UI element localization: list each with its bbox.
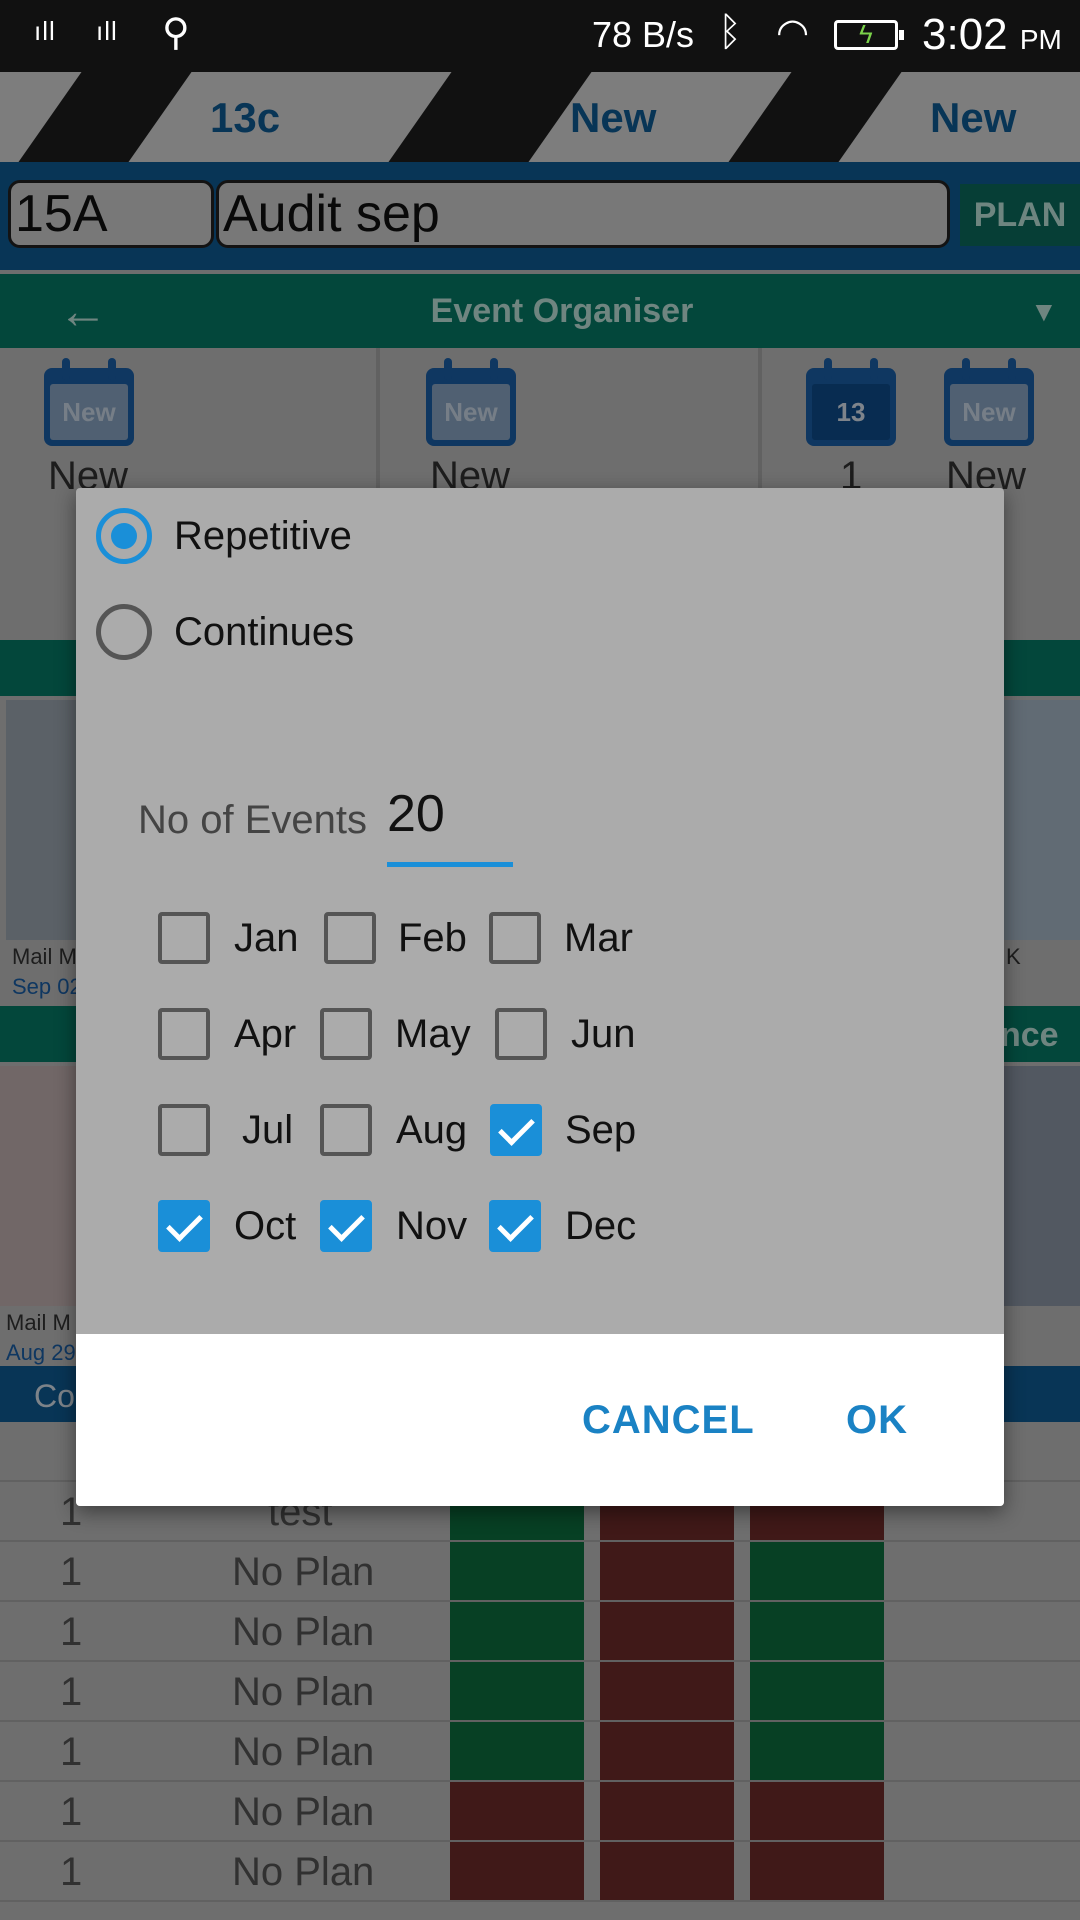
- continues-radio[interactable]: [96, 604, 152, 660]
- month-label-nov: Nov: [396, 1204, 468, 1248]
- month-label-mar: Mar: [564, 916, 633, 960]
- status-bar: ıll ıll ⚲ 78 B/s ᛒ ◠ ϟ 3:02 PM: [0, 0, 1080, 72]
- month-checkbox-sep[interactable]: [490, 1104, 542, 1156]
- clock: 3:02 PM: [922, 10, 1062, 60]
- signal-icon: ıll: [96, 16, 118, 46]
- month-checkbox-feb[interactable]: [324, 912, 376, 964]
- month-label-feb: Feb: [398, 916, 467, 960]
- month-label-jan: Jan: [234, 916, 299, 960]
- month-checkbox-jul[interactable]: [158, 1104, 210, 1156]
- month-label-may: May: [395, 1012, 471, 1056]
- repetitive-label[interactable]: Repetitive: [174, 514, 352, 559]
- repetitive-radio[interactable]: [96, 508, 152, 564]
- month-label-oct: Oct: [234, 1204, 297, 1248]
- month-label-jul: Jul: [242, 1108, 294, 1152]
- month-checkbox-jun[interactable]: [495, 1008, 547, 1060]
- repeat-dialog: Repetitive Continues No of Events 20 Jan…: [76, 488, 1004, 1506]
- month-checkbox-nov[interactable]: [320, 1200, 372, 1252]
- month-label-sep: Sep: [565, 1108, 637, 1152]
- clock-time: 3:02: [922, 10, 1008, 59]
- month-checkbox-mar[interactable]: [489, 912, 541, 964]
- input-underline: [387, 862, 513, 867]
- continues-label[interactable]: Continues: [174, 610, 354, 655]
- month-checkbox-jan[interactable]: [158, 912, 210, 964]
- month-label-jun: Jun: [571, 1012, 636, 1056]
- month-label-dec: Dec: [565, 1204, 637, 1248]
- clock-ampm: PM: [1019, 24, 1062, 55]
- battery-icon: ϟ: [834, 19, 904, 50]
- no-of-events-input[interactable]: 20: [387, 784, 445, 844]
- network-speed: 78 B/s: [592, 14, 695, 55]
- month-checkbox-aug[interactable]: [320, 1104, 372, 1156]
- signal-icon: ıll: [34, 16, 56, 46]
- bluetooth-icon: ᛒ: [718, 10, 742, 54]
- month-checkbox-may[interactable]: [320, 1008, 372, 1060]
- month-checkbox-oct[interactable]: [158, 1200, 210, 1252]
- ok-button[interactable]: OK: [846, 1398, 908, 1443]
- cancel-button[interactable]: CANCEL: [582, 1398, 755, 1443]
- usb-icon: ⚲: [162, 12, 191, 54]
- month-label-apr: Apr: [234, 1012, 297, 1056]
- month-checkbox-apr[interactable]: [158, 1008, 210, 1060]
- month-checkbox-dec[interactable]: [489, 1200, 541, 1252]
- month-label-aug: Aug: [396, 1108, 468, 1152]
- wifi-icon: ◠: [776, 12, 810, 54]
- no-of-events-label: No of Events: [138, 798, 368, 842]
